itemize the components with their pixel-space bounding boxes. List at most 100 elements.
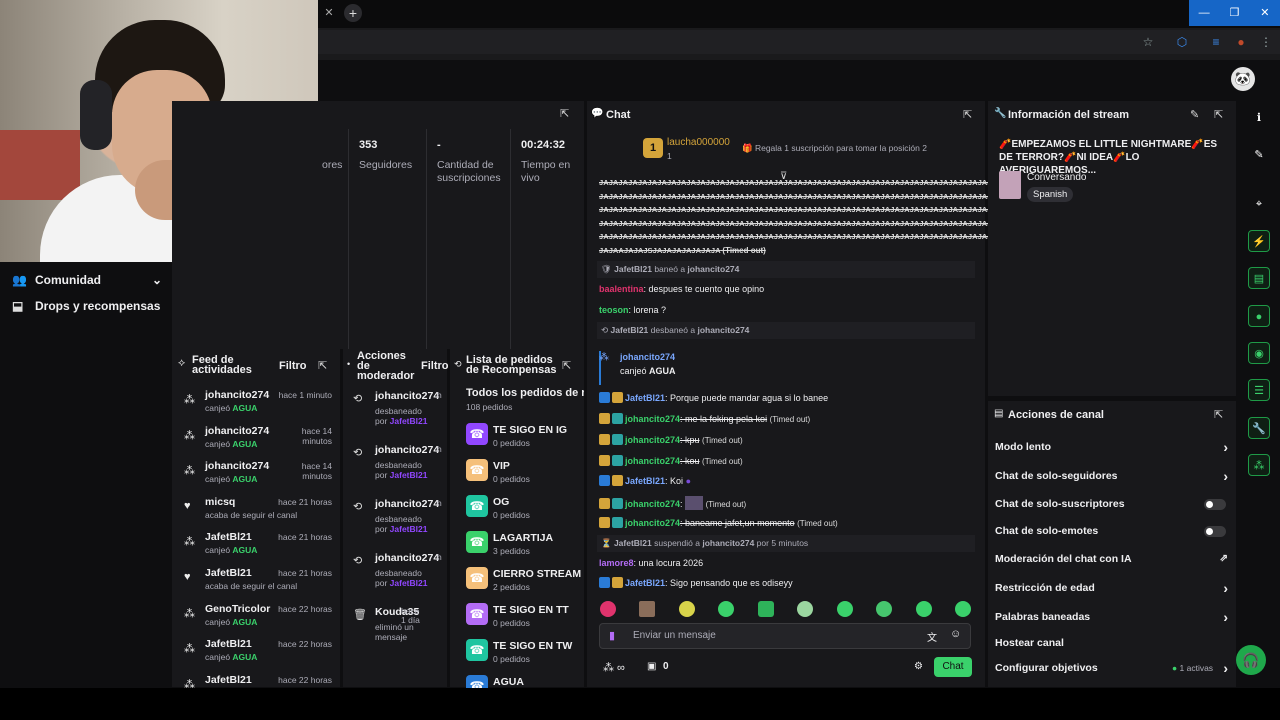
mod-action-item[interactable]: 🗑 Kouda35 hace 1 día eliminó un mensaje <box>351 605 445 653</box>
wrench-icon[interactable]: 🔧 <box>1248 417 1270 439</box>
minimize-icon[interactable]: — <box>1189 0 1219 26</box>
microphone-icon[interactable]: ▮ <box>609 629 615 642</box>
emote-icon[interactable] <box>679 601 695 617</box>
mod-action-user[interactable]: johancito274 <box>375 444 439 456</box>
chat-input[interactable]: ▮ Enviar un mensaje 文 ☺ <box>599 623 971 649</box>
emote-icon[interactable] <box>639 601 655 617</box>
menu-dots-icon[interactable]: ⋮ <box>1258 34 1274 50</box>
feed-user[interactable]: johancito274 <box>205 425 269 437</box>
help-headset-icon[interactable]: 🎧 <box>1236 645 1266 675</box>
emote-icon[interactable] <box>876 601 892 617</box>
edit-pencil-icon[interactable]: ✎ <box>1190 108 1199 121</box>
feed-item[interactable]: ♥ JafetBl21 hace 21 horas acaba de seguir e… <box>180 565 332 599</box>
lightning-icon[interactable]: ⚡ <box>1248 230 1270 252</box>
feed-user[interactable]: johancito274 <box>205 389 269 401</box>
popout-icon[interactable]: ⇱ <box>1214 108 1223 121</box>
emote-icon[interactable] <box>955 601 971 617</box>
subs-only-toggle[interactable] <box>1204 499 1226 510</box>
popout-icon[interactable]: ⇱ <box>560 107 569 120</box>
maximize-icon[interactable]: ❐ <box>1219 0 1249 26</box>
translate-icon[interactable]: 文 <box>927 629 937 644</box>
chat-bubble-icon[interactable]: ● <box>1248 305 1270 327</box>
feed-item[interactable]: ⁂ JafetBl21 hace 22 horas canjeó AGUA <box>180 636 332 670</box>
feed-item[interactable]: ⁂ JafetBl21 hace 21 horas canjeó AGUA <box>180 529 332 563</box>
tab-search-icon[interactable]: ≡ <box>1208 34 1224 50</box>
feed-item[interactable]: ⁂ johancito274 hace 1 minuto canjeó AGUA <box>180 387 332 421</box>
popout-icon[interactable]: ⇱ <box>963 108 972 121</box>
mod-action-item[interactable]: ⟲ johancito274 h desbaneado por JafetBl21 <box>351 389 445 437</box>
emote-icon[interactable] <box>797 601 813 617</box>
emote-icon[interactable] <box>837 601 853 617</box>
extensions-icon[interactable]: ⬡ <box>1174 34 1190 50</box>
stream-tag[interactable]: Spanish <box>1027 187 1074 202</box>
mod-action-item[interactable]: ⟲ johancito274 h desbaneado por JafetBl21 <box>351 551 445 599</box>
chat-settings-icon[interactable]: ⚙ <box>914 661 923 672</box>
reward-item[interactable]: ☎ TE SIGO EN TT 0 pedidos <box>466 603 582 639</box>
feed-item[interactable]: ⁂ johancito274 hace 14 minutos canjeó AGUA <box>180 458 332 492</box>
mod-action-user[interactable]: johancito274 <box>375 552 439 564</box>
nav-drops[interactable]: ⬓ Drops y recompensas <box>12 294 162 318</box>
mod-action-item[interactable]: ⟲ johancito274 h desbaneado por JafetBl21 <box>351 497 445 545</box>
emote-icon[interactable] <box>758 601 774 617</box>
popout-icon[interactable]: ⇱ <box>562 359 571 372</box>
popout-icon[interactable]: ⇱ <box>318 359 327 372</box>
age-restriction-row[interactable]: Restricción de edad › <box>995 578 1230 598</box>
emote-icon[interactable] <box>600 601 616 617</box>
bookmark-star-icon[interactable]: ☆ <box>1140 34 1156 50</box>
emote-icon[interactable] <box>718 601 734 617</box>
focus-icon[interactable]: ⌖ <box>1248 193 1270 215</box>
subs-only-row[interactable]: Chat de solo-suscriptores <box>995 494 1230 514</box>
modact-filter-button[interactable]: Filtro <box>421 360 449 372</box>
reward-item[interactable]: ☎ CIERRO STREAM 2 pedidos <box>466 567 582 603</box>
close-tab-icon[interactable]: ✕ <box>322 6 336 20</box>
reward-item[interactable]: ☎ VIP 0 pedidos <box>466 459 582 495</box>
feed-item[interactable]: ♥ micsq hace 21 horas acaba de seguir el ca… <box>180 494 332 528</box>
reward-item[interactable]: ☎ TE SIGO EN IG 0 pedidos <box>466 423 582 459</box>
leaderboard-top-user[interactable]: laucha000000 <box>667 137 730 148</box>
host-channel-row[interactable]: Hostear canal <box>995 633 1230 653</box>
feed-user[interactable]: JafetBl21 <box>205 674 252 686</box>
slow-mode-row[interactable]: Modo lento › <box>995 437 1230 457</box>
address-bar[interactable] <box>318 30 1280 54</box>
info-icon[interactable]: ℹ <box>1248 107 1270 129</box>
feed-user[interactable]: JafetBl21 <box>205 531 252 543</box>
feed-user[interactable]: micsq <box>205 496 235 508</box>
list-icon[interactable]: ☰ <box>1248 379 1270 401</box>
mod-action-user[interactable]: johancito274 <box>375 498 439 510</box>
mod-action-user[interactable]: johancito274 <box>375 390 439 402</box>
feed-item[interactable]: ⁂ GenoTricolor hace 22 horas canjeó AGUA <box>180 601 332 635</box>
close-window-icon[interactable]: ✕ <box>1250 0 1280 26</box>
gift-sub-prompt[interactable]: 🎁 Regala 1 suscripción para tomar la pos… <box>742 143 927 154</box>
profile-icon[interactable]: ● <box>1233 34 1249 50</box>
chat-send-button[interactable]: Chat <box>934 657 972 677</box>
feed-user[interactable]: JafetBl21 <box>205 567 252 579</box>
feed-user[interactable]: JafetBl21 <box>205 638 252 650</box>
reward-item[interactable]: ☎ TE SIGO EN TW 0 pedidos <box>466 639 582 675</box>
bits-icon[interactable]: ⁂ <box>1248 454 1270 476</box>
ai-moderation-row[interactable]: Moderación del chat con IA ⇗ <box>995 549 1230 569</box>
rewards-all[interactable]: Todos los pedidos de re... <box>466 387 584 399</box>
reward-item[interactable]: ☎ OG 0 pedidos <box>466 495 582 531</box>
feed-user[interactable]: johancito274 <box>205 460 269 472</box>
banned-words-row[interactable]: Palabras baneadas › <box>995 607 1230 627</box>
feed-user[interactable]: GenoTricolor <box>205 603 270 615</box>
clip-icon[interactable]: ▤ <box>1248 267 1270 289</box>
mod-action-item[interactable]: ⟲ johancito274 h desbaneado por JafetBl21 <box>351 443 445 491</box>
emote-icon[interactable] <box>916 601 932 617</box>
goals-row[interactable]: Configurar objetivos ● 1 activas › <box>995 658 1230 678</box>
channel-points-icon[interactable]: ▣ <box>647 661 656 672</box>
stream-category[interactable]: Conversando <box>1027 172 1086 183</box>
broadcast-icon[interactable]: ◉ <box>1248 342 1270 364</box>
feed-filter-button[interactable]: Filtro <box>279 360 307 372</box>
edit-icon[interactable]: ✎ <box>1248 144 1270 166</box>
emote-only-row[interactable]: Chat de solo-emotes <box>995 521 1230 541</box>
popout-icon[interactable]: ⇱ <box>1214 408 1223 421</box>
new-tab-button[interactable]: + <box>344 4 362 22</box>
user-avatar[interactable]: 🐼 <box>1231 67 1255 91</box>
feed-item[interactable]: ⁂ johancito274 hace 14 minutos canjeó AGUA <box>180 423 332 457</box>
reward-item[interactable]: ☎ LAGARTIJA 3 pedidos <box>466 531 582 567</box>
emote-only-toggle[interactable] <box>1204 526 1226 537</box>
nav-community[interactable]: 👥 Comunidad ⌄ <box>12 268 162 292</box>
redeem-user[interactable]: johancito274 <box>620 352 675 362</box>
emote-picker-icon[interactable]: ☺ <box>950 628 961 640</box>
